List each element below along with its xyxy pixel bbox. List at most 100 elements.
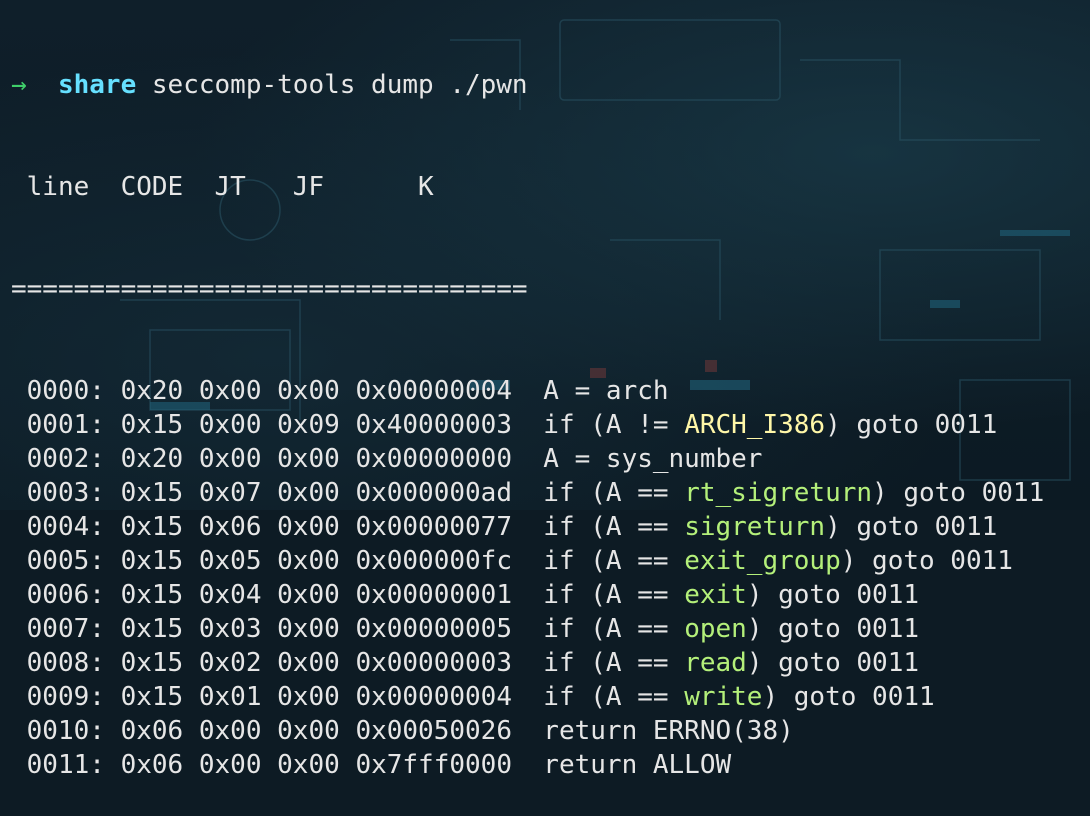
- row-line-number: 0003:: [26, 478, 105, 508]
- row-jf: 0x09: [277, 410, 340, 440]
- row-k: 0x000000ad: [355, 478, 512, 508]
- row-code: 0x15: [120, 546, 184, 576]
- syscall-name: rt_sigreturn: [684, 478, 873, 508]
- row-code: 0x15: [120, 580, 184, 610]
- syscall-name: read: [684, 648, 747, 678]
- row-code: 0x15: [120, 614, 184, 644]
- row-jf: 0x00: [277, 614, 340, 644]
- row-line-number: 0010:: [26, 716, 105, 746]
- row-statement: return ERRNO(38): [543, 716, 794, 746]
- row-jt: 0x03: [198, 614, 262, 644]
- row-code: 0x20: [120, 376, 184, 406]
- syscall-name: exit: [684, 580, 747, 610]
- row-line-number: 0000:: [26, 376, 105, 406]
- row-statement: if (A ==: [543, 546, 685, 576]
- row-statement: return ALLOW: [543, 750, 732, 780]
- prompt-command: seccomp-tools dump ./pwn: [151, 70, 528, 100]
- table-row: 0000: 0x20 0x00 0x00 0x00000004 A = arch: [11, 374, 1086, 408]
- row-k: 0x00000000: [355, 444, 512, 474]
- table-separator: =================================: [11, 274, 528, 304]
- row-jt: 0x00: [198, 376, 262, 406]
- row-line-number: 0009:: [26, 682, 105, 712]
- row-jt: 0x05: [198, 546, 262, 576]
- row-line-number: 0001:: [26, 410, 105, 440]
- table-row: 0009: 0x15 0x01 0x00 0x00000004 if (A ==…: [11, 680, 1086, 714]
- row-code: 0x15: [120, 648, 184, 678]
- row-goto: ) goto 0011: [825, 512, 998, 542]
- row-k: 0x00000003: [355, 648, 512, 678]
- row-jf: 0x00: [277, 580, 340, 610]
- row-code: 0x15: [120, 410, 184, 440]
- row-jf: 0x00: [277, 716, 340, 746]
- row-goto: ) goto 0011: [840, 546, 1013, 576]
- row-statement: if (A ==: [543, 478, 685, 508]
- row-jt: 0x00: [198, 750, 262, 780]
- row-jt: 0x07: [198, 478, 262, 508]
- table-row: 0008: 0x15 0x02 0x00 0x00000003 if (A ==…: [11, 646, 1086, 680]
- table-row: 0007: 0x15 0x03 0x00 0x00000005 if (A ==…: [11, 612, 1086, 646]
- table-row: 0002: 0x20 0x00 0x00 0x00000000 A = sys_…: [11, 442, 1086, 476]
- row-k: 0x00050026: [355, 716, 512, 746]
- arch-constant: ARCH_I386: [684, 410, 826, 440]
- row-jt: 0x00: [198, 410, 262, 440]
- row-k: 0x00000077: [355, 512, 512, 542]
- row-statement: if (A !=: [543, 410, 685, 440]
- row-line-number: 0011:: [26, 750, 105, 780]
- row-code: 0x15: [120, 682, 184, 712]
- row-jf: 0x00: [277, 682, 340, 712]
- table-row: 0006: 0x15 0x04 0x00 0x00000001 if (A ==…: [11, 578, 1086, 612]
- row-statement: A = arch: [543, 376, 669, 406]
- table-row: 0001: 0x15 0x00 0x09 0x40000003 if (A !=…: [11, 408, 1086, 442]
- row-code: 0x06: [120, 750, 184, 780]
- command-prompt-line: → share seccomp-tools dump ./pwn: [11, 68, 1086, 102]
- row-statement: if (A ==: [543, 648, 685, 678]
- prompt-arrow-icon: →: [11, 70, 27, 100]
- syscall-name: open: [684, 614, 747, 644]
- row-statement: if (A ==: [543, 512, 685, 542]
- row-line-number: 0005:: [26, 546, 105, 576]
- row-goto: ) goto 0011: [825, 410, 998, 440]
- row-code: 0x15: [120, 478, 184, 508]
- bpf-instruction-list: 0000: 0x20 0x00 0x00 0x00000004 A = arch…: [11, 374, 1086, 782]
- table-header: line CODE JT JF K: [11, 172, 434, 202]
- row-k: 0x7fff0000: [355, 750, 512, 780]
- prompt-directory: share: [57, 70, 137, 100]
- table-row: 0011: 0x06 0x00 0x00 0x7fff0000 return A…: [11, 748, 1086, 782]
- row-statement: A = sys_number: [543, 444, 763, 474]
- row-jf: 0x00: [277, 376, 340, 406]
- row-k: 0x40000003: [355, 410, 512, 440]
- row-jf: 0x00: [277, 444, 340, 474]
- row-goto: ) goto 0011: [872, 478, 1045, 508]
- row-jt: 0x06: [198, 512, 262, 542]
- row-statement: if (A ==: [543, 614, 685, 644]
- row-jf: 0x00: [277, 750, 340, 780]
- row-jt: 0x01: [198, 682, 262, 712]
- row-goto: ) goto 0011: [746, 648, 919, 678]
- row-code: 0x20: [120, 444, 184, 474]
- syscall-name: sigreturn: [684, 512, 826, 542]
- row-k: 0x00000001: [355, 580, 512, 610]
- row-jf: 0x00: [277, 478, 340, 508]
- row-line-number: 0006:: [26, 580, 105, 610]
- row-k: 0x00000004: [355, 376, 512, 406]
- row-jf: 0x00: [277, 648, 340, 678]
- table-row: 0003: 0x15 0x07 0x00 0x000000ad if (A ==…: [11, 476, 1086, 510]
- row-jt: 0x00: [198, 716, 262, 746]
- row-goto: ) goto 0011: [746, 580, 919, 610]
- row-line-number: 0008:: [26, 648, 105, 678]
- row-jt: 0x02: [198, 648, 262, 678]
- row-statement: if (A ==: [543, 580, 685, 610]
- syscall-name: exit_group: [684, 546, 841, 576]
- row-jt: 0x00: [198, 444, 262, 474]
- table-row: 0010: 0x06 0x00 0x00 0x00050026 return E…: [11, 714, 1086, 748]
- row-jt: 0x04: [198, 580, 262, 610]
- table-row: 0005: 0x15 0x05 0x00 0x000000fc if (A ==…: [11, 544, 1086, 578]
- row-k: 0x00000004: [355, 682, 512, 712]
- terminal-output: → share seccomp-tools dump ./pwn line CO…: [11, 0, 1086, 816]
- syscall-name: write: [684, 682, 763, 712]
- row-code: 0x06: [120, 716, 184, 746]
- table-row: 0004: 0x15 0x06 0x00 0x00000077 if (A ==…: [11, 510, 1086, 544]
- row-k: 0x00000005: [355, 614, 512, 644]
- row-line-number: 0004:: [26, 512, 105, 542]
- row-line-number: 0007:: [26, 614, 105, 644]
